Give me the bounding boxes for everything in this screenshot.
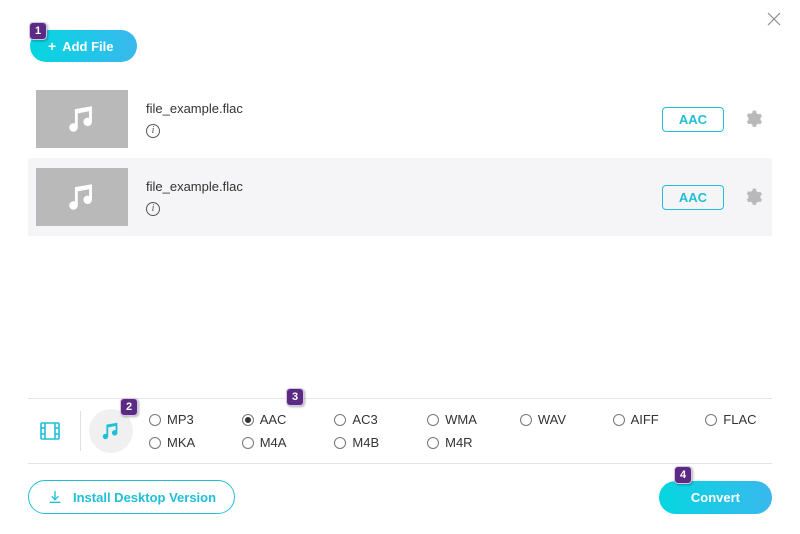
film-icon bbox=[38, 419, 62, 443]
install-desktop-label: Install Desktop Version bbox=[73, 490, 216, 505]
radio-icon bbox=[334, 414, 346, 426]
separator bbox=[80, 411, 81, 451]
radio-icon bbox=[149, 414, 161, 426]
format-option-aac[interactable]: AAC bbox=[242, 412, 309, 427]
callout-badge-3: 3 bbox=[286, 388, 304, 406]
music-icon bbox=[65, 102, 99, 136]
format-label: M4R bbox=[445, 435, 472, 450]
format-label: MP3 bbox=[167, 412, 194, 427]
format-label: WMA bbox=[445, 412, 477, 427]
format-bar: MP3 AAC AC3 WMA WAV AIFF FLAC MKA M4A M4B M4R bbox=[28, 398, 772, 464]
file-row: file_example.flac i AAC bbox=[28, 158, 772, 236]
format-options: MP3 AAC AC3 WMA WAV AIFF FLAC MKA M4A M4B M4R bbox=[149, 412, 772, 450]
format-option-mp3[interactable]: MP3 bbox=[149, 412, 216, 427]
bottom-bar: Install Desktop Version Convert bbox=[28, 480, 772, 514]
file-format-button[interactable]: AAC bbox=[662, 107, 724, 132]
file-thumbnail bbox=[36, 90, 128, 148]
convert-label: Convert bbox=[691, 490, 740, 505]
music-icon bbox=[65, 180, 99, 214]
format-label: AC3 bbox=[352, 412, 377, 427]
video-tab[interactable] bbox=[28, 419, 72, 443]
callout-badge-1: 1 bbox=[29, 22, 47, 40]
convert-button[interactable]: Convert bbox=[659, 481, 772, 514]
file-list: file_example.flac i AAC file_example.fla… bbox=[28, 80, 772, 236]
format-label: M4A bbox=[260, 435, 287, 450]
format-label: AAC bbox=[260, 412, 287, 427]
radio-icon bbox=[334, 437, 346, 449]
radio-icon bbox=[242, 437, 254, 449]
info-icon[interactable]: i bbox=[146, 202, 160, 216]
file-thumbnail bbox=[36, 168, 128, 226]
radio-icon bbox=[520, 414, 532, 426]
format-label: FLAC bbox=[723, 412, 756, 427]
settings-button[interactable] bbox=[742, 186, 764, 208]
format-option-wav[interactable]: WAV bbox=[520, 412, 587, 427]
format-label: M4B bbox=[352, 435, 379, 450]
format-option-m4a[interactable]: M4A bbox=[242, 435, 309, 450]
close-button[interactable] bbox=[762, 10, 786, 34]
radio-icon bbox=[613, 414, 625, 426]
add-file-label: Add File bbox=[62, 39, 113, 54]
format-option-m4b[interactable]: M4B bbox=[334, 435, 401, 450]
radio-icon bbox=[149, 437, 161, 449]
info-icon[interactable]: i bbox=[146, 124, 160, 138]
format-label: WAV bbox=[538, 412, 566, 427]
radio-icon bbox=[242, 414, 254, 426]
callout-badge-4: 4 bbox=[674, 466, 692, 484]
file-name: file_example.flac bbox=[146, 179, 644, 194]
music-icon bbox=[100, 420, 122, 442]
callout-badge-2: 2 bbox=[120, 398, 138, 416]
format-option-mka[interactable]: MKA bbox=[149, 435, 216, 450]
format-label: MKA bbox=[167, 435, 195, 450]
format-option-wma[interactable]: WMA bbox=[427, 412, 494, 427]
format-option-flac[interactable]: FLAC bbox=[705, 412, 772, 427]
install-desktop-button[interactable]: Install Desktop Version bbox=[28, 480, 235, 514]
file-name: file_example.flac bbox=[146, 101, 644, 116]
file-row: file_example.flac i AAC bbox=[28, 80, 772, 158]
format-label: AIFF bbox=[631, 412, 659, 427]
format-option-m4r[interactable]: M4R bbox=[427, 435, 494, 450]
format-option-aiff[interactable]: AIFF bbox=[613, 412, 680, 427]
radio-icon bbox=[427, 414, 439, 426]
gear-icon bbox=[743, 109, 763, 129]
file-format-button[interactable]: AAC bbox=[662, 185, 724, 210]
download-icon bbox=[47, 489, 63, 505]
settings-button[interactable] bbox=[742, 108, 764, 130]
plus-icon: + bbox=[48, 38, 56, 54]
format-option-ac3[interactable]: AC3 bbox=[334, 412, 401, 427]
gear-icon bbox=[743, 187, 763, 207]
radio-icon bbox=[705, 414, 717, 426]
radio-icon bbox=[427, 437, 439, 449]
